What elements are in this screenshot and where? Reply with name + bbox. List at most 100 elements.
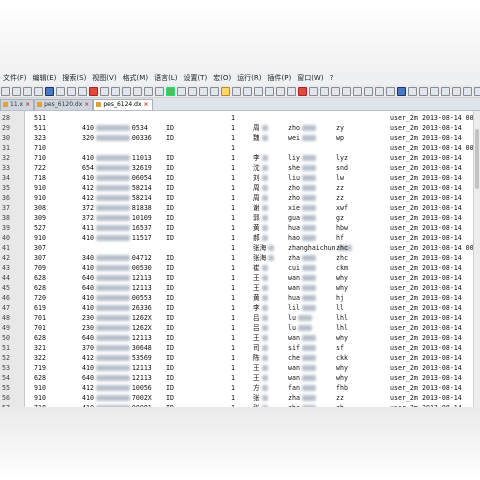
close-icon[interactable]: ×	[25, 101, 30, 108]
text-line[interactable]: 34 718 410 06054 ID 1 刘 liu lw user_2m 2013-08-14	[0, 173, 476, 183]
text-line[interactable]: 48 701 230 1262X ID 1 吕 lu lhl user_2m 2013-08-14	[0, 313, 476, 323]
text-line[interactable]: 50 628 640 12113 ID 1 王 wan why user_2m 2013-08-14	[0, 333, 476, 343]
toolbar-button-icon[interactable]	[221, 87, 230, 96]
toolbar-button-icon[interactable]	[276, 87, 285, 96]
redacted-blur	[301, 175, 316, 181]
toolbar-button-icon[interactable]	[397, 87, 406, 96]
text-line[interactable]: 43 709 410 00530 ID 1 崔 cui ckm user_2m 2013-08-14	[0, 263, 476, 273]
text-line[interactable]: 51 321 370 30648 ID 1 司 sif sf user_2m 2013-08-14	[0, 343, 476, 353]
toolbar-button-icon[interactable]	[210, 87, 219, 96]
text-line[interactable]: 55 910 412 10056 ID 1 方 fan fhb user_2m 2013-08-14	[0, 383, 476, 393]
text-line[interactable]: 36 910 412 58214 ID 1 周 zho zz user_2m 2013-08-14	[0, 193, 476, 203]
text-line[interactable]: 56 910 410 7002X ID 1 张 zha zz user_2m 2013-08-14	[0, 393, 476, 403]
menu-item[interactable]: 语言(L)	[151, 71, 180, 85]
cell-text: 410	[82, 174, 94, 182]
menu-item[interactable]: 宏(O)	[210, 71, 234, 85]
text-line[interactable]: 35 910 412 58214 ID 1 周 zho zz user_2m 2013-08-14	[0, 183, 476, 193]
file-tab[interactable]: 11.x ×	[0, 99, 35, 110]
file-tab[interactable]: pes_6120.dx ×	[34, 99, 94, 110]
toolbar-button-icon[interactable]	[287, 87, 296, 96]
toolbar-button-icon[interactable]	[67, 87, 76, 96]
text-line[interactable]: 52 322 412 53569 ID 1 陈 che ckk user_2m 2013-08-14	[0, 353, 476, 363]
menu-item[interactable]: 搜索(S)	[59, 71, 89, 85]
toolbar-button-icon[interactable]	[452, 87, 461, 96]
toolbar-button-icon[interactable]	[331, 87, 340, 96]
toolbar-button-icon[interactable]	[353, 87, 362, 96]
cell-a: 308	[34, 204, 46, 212]
text-line[interactable]: 29 511 410 0534 ID 1 周 zho zy user_2m 2013-08-14	[0, 123, 476, 133]
text-line[interactable]: 42 307 340 04712 ID 1 张海 zha zhc user_2m 2013-08-1…	[0, 253, 476, 263]
tab-label: 11.x	[10, 101, 24, 108]
toolbar-button-icon[interactable]	[430, 87, 439, 96]
scrollbar-thumb[interactable]	[475, 129, 479, 189]
text-line[interactable]: 54 628 640 12113 ID 1 王 wan why user_2m 2013-08-14	[0, 373, 476, 383]
text-line[interactable]: 38 309 372 10109 ID 1 郭 gua gz user_2m 2013-08-14	[0, 213, 476, 223]
toolbar-button-icon[interactable]	[408, 87, 417, 96]
text-line[interactable]: 39 527 411 16537 ID 1 黄 hua hbw user_2m 2013-08-14	[0, 223, 476, 233]
close-icon[interactable]: ×	[144, 101, 149, 108]
toolbar-button-icon[interactable]	[34, 87, 43, 96]
text-line[interactable]: 37 308 372 81838 ID 1 谢 xie xwf user_2m 2013-08-14	[0, 203, 476, 213]
menu-item[interactable]: 视图(V)	[89, 71, 119, 85]
toolbar-button-icon[interactable]	[474, 87, 480, 96]
toolbar-button-icon[interactable]	[254, 87, 263, 96]
menu-item[interactable]: 运行(R)	[234, 71, 264, 85]
editor[interactable]: 285111user_2m2013-08-14 00:00:00 2013-08…	[0, 111, 480, 407]
text-line[interactable]: 46 720 410 00553 ID 1 黄 hua hj user_2m 2013-08-14	[0, 293, 476, 303]
menu-item[interactable]: 文件(F)	[0, 71, 30, 85]
text-line[interactable]: 47 619 410 26336 ID 1 李 lil ll user_2m 2013-08-14	[0, 303, 476, 313]
text-line[interactable]: 33 722 654 32619 ID 1 沈 she snd user_2m 2013-08-14	[0, 163, 476, 173]
menu-item[interactable]: 窗口(W)	[294, 71, 326, 85]
toolbar-button-icon[interactable]	[298, 87, 307, 96]
toolbar-button-icon[interactable]	[45, 87, 54, 96]
toolbar-button-icon[interactable]	[232, 87, 241, 96]
toolbar-button-icon[interactable]	[463, 87, 472, 96]
cell-id: ID	[166, 334, 174, 342]
text-line[interactable]: 41 307 1 张海 zhanghaichun zhc user_2m 2013-08-14…	[0, 243, 480, 253]
toolbar-button-icon[interactable]	[78, 87, 87, 96]
menu-item[interactable]: 插件(P)	[265, 71, 295, 85]
toolbar-button-icon[interactable]	[155, 87, 164, 96]
text-line[interactable]: 45 628 640 12113 ID 1 王 wan why user_2m 2013-08-14	[0, 283, 476, 293]
file-tab[interactable]: pes_6124.dx ×	[93, 99, 153, 110]
toolbar-button-icon[interactable]	[111, 87, 120, 96]
toolbar-button-icon[interactable]	[1, 87, 10, 96]
text-line[interactable]: 32 710 410 11013 ID 1 李 liy lyz user_2m 2013-08-14	[0, 153, 476, 163]
toolbar-button-icon[interactable]	[12, 87, 21, 96]
toolbar-button-icon[interactable]	[419, 87, 428, 96]
text-line[interactable]: 44 628 640 12113 ID 1 王 wan why user_2m 2013-08-14	[0, 273, 476, 283]
toolbar-button-icon[interactable]	[89, 87, 98, 96]
toolbar-button-icon[interactable]	[100, 87, 109, 96]
menu-item[interactable]: 设置(T)	[180, 71, 210, 85]
toolbar-button-icon[interactable]	[320, 87, 329, 96]
toolbar-button-icon[interactable]	[144, 87, 153, 96]
menu-item[interactable]: ?	[327, 71, 337, 85]
text-line[interactable]: 40 910 410 11517 ID 1 郝 hao hf user_2m 2013-08-14	[0, 233, 476, 243]
toolbar-button-icon[interactable]	[122, 87, 131, 96]
toolbar-button-icon[interactable]	[265, 87, 274, 96]
cell-n: 1	[231, 144, 235, 152]
toolbar-button-icon[interactable]	[243, 87, 252, 96]
toolbar-button-icon[interactable]	[309, 87, 318, 96]
toolbar-button-icon[interactable]	[199, 87, 208, 96]
menu-item[interactable]: 编辑(E)	[30, 71, 60, 85]
toolbar-button-icon[interactable]	[342, 87, 351, 96]
toolbar-button-icon[interactable]	[441, 87, 450, 96]
toolbar-button-icon[interactable]	[166, 87, 175, 96]
toolbar-button-icon[interactable]	[375, 87, 384, 96]
text-line[interactable]: 30 323 320 00336 ID 1 魏 wei wp user_2m 2013-08-14	[0, 133, 476, 143]
text-line[interactable]: 31 710 1 user_2m 2013-08-14 00:00:00 2013-08…	[0, 143, 480, 153]
toolbar-button-icon[interactable]	[56, 87, 65, 96]
toolbar-button-icon[interactable]	[177, 87, 186, 96]
toolbar-button-icon[interactable]	[23, 87, 32, 96]
close-icon[interactable]: ×	[84, 101, 89, 108]
toolbar-button-icon[interactable]	[133, 87, 142, 96]
text-line[interactable]: 49 701 230 1262X ID 1 吕 lu lhl user_2m 2013-08-14	[0, 323, 476, 333]
menu-item[interactable]: 格式(M)	[120, 71, 152, 85]
toolbar-button-icon[interactable]	[188, 87, 197, 96]
toolbar-button-icon[interactable]	[386, 87, 395, 96]
text-line[interactable]: 28 511 1 user_2m 2013-08-14 00:00:00 2013-08…	[0, 113, 480, 123]
toolbar-button-icon[interactable]	[364, 87, 373, 96]
text-line[interactable]: 53 719 410 12113 ID 1 王 wan why user_2m 2013-08-14	[0, 363, 476, 373]
vertical-scrollbar[interactable]	[473, 111, 480, 407]
